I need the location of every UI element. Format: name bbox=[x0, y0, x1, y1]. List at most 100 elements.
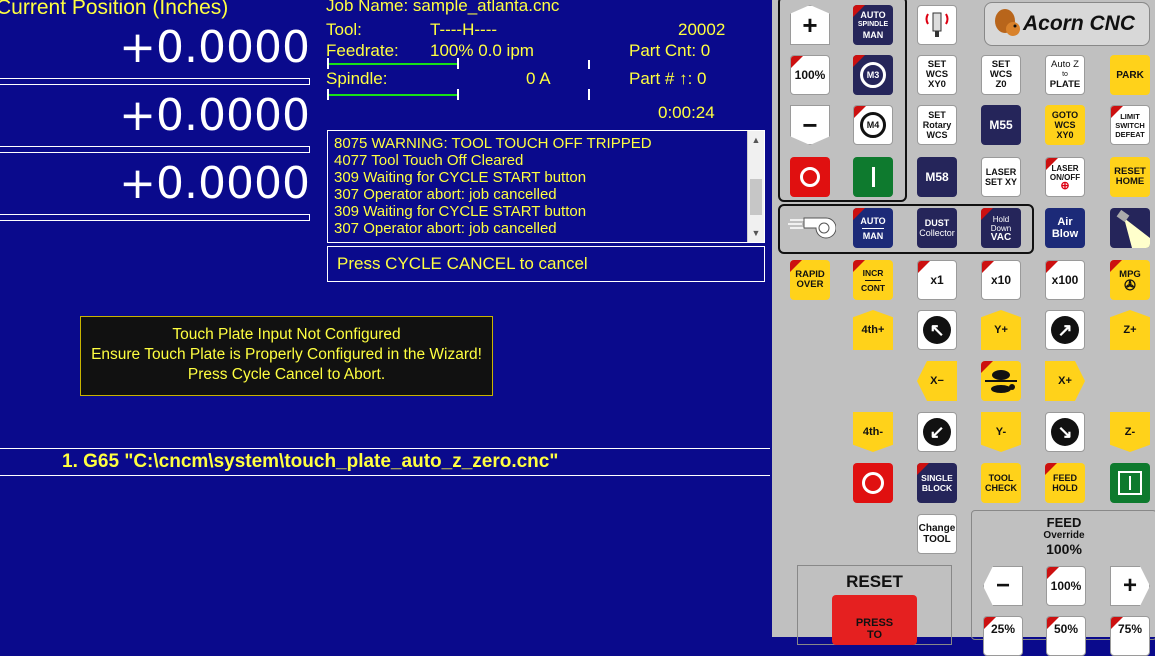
mpg-button[interactable]: MPG ✇ bbox=[1110, 260, 1150, 300]
scroll-down-icon[interactable]: ▼ bbox=[750, 226, 762, 240]
feedrate-bar-end bbox=[457, 58, 459, 69]
minus-icon: − bbox=[802, 109, 818, 140]
btn-label: AUTO bbox=[860, 215, 886, 226]
position-title: Current Position (Inches) bbox=[0, 0, 229, 19]
cycle-start-button[interactable] bbox=[1110, 463, 1150, 503]
gcode-text: 1. G65 "C:\cncm\system\touch_plate_auto_… bbox=[62, 451, 559, 472]
m58-button[interactable]: M58 bbox=[917, 157, 957, 197]
jog-x10-button[interactable]: x10 bbox=[981, 260, 1021, 300]
m55-button[interactable]: M55 bbox=[981, 105, 1021, 145]
btn-label: Air bbox=[1057, 216, 1073, 228]
coolant-auto-man-button[interactable]: AUTO MAN bbox=[853, 208, 893, 248]
message-log[interactable]: 8075 WARNING: TOOL TOUCH OFF TRIPPED 407… bbox=[327, 130, 765, 243]
jog-4th-plus-button[interactable]: 4th+ bbox=[853, 310, 893, 350]
m4-button[interactable]: M4 bbox=[853, 105, 893, 145]
feedrate-value: 100% 0.0 ipm bbox=[430, 41, 534, 60]
jog-z-minus-button[interactable]: Z- bbox=[1110, 412, 1150, 452]
logo-text: Acorn CNC bbox=[1022, 12, 1135, 35]
btn-label: M58 bbox=[925, 170, 949, 184]
change-tool-button[interactable]: Change TOOL bbox=[917, 514, 957, 554]
btn-label: BLOCK bbox=[921, 483, 953, 493]
jog-speed-toggle-button[interactable] bbox=[981, 361, 1021, 401]
tool-check-button[interactable]: TOOL CHECK bbox=[981, 463, 1021, 503]
plus-icon: + bbox=[1122, 572, 1137, 599]
btn-label: WCS bbox=[926, 130, 948, 140]
btn-label: X− bbox=[930, 375, 944, 387]
axis-y-divider bbox=[0, 146, 310, 153]
feed-100-button[interactable]: 100% bbox=[1046, 566, 1086, 606]
spindle-auto-man-button[interactable]: AUTO SPINDLE MAN bbox=[853, 5, 893, 45]
jog-diag-up-right-button[interactable]: ↗ bbox=[1045, 310, 1085, 350]
jog-diag-down-left-button[interactable]: ↙ bbox=[917, 412, 957, 452]
single-block-button[interactable]: SINGLE BLOCK bbox=[917, 463, 957, 503]
notice-line: Touch Plate Input Not Configured bbox=[172, 326, 401, 343]
set-rotary-wcs-button[interactable]: SET Rotary WCS bbox=[917, 105, 957, 145]
log-scrollbar[interactable]: ▲ ▼ bbox=[747, 131, 764, 242]
limit-switch-defeat-button[interactable]: LIMIT SWITCH DEFEAT bbox=[1110, 105, 1150, 145]
feed-override-value: 100% bbox=[1046, 541, 1082, 557]
spindle-heat-button[interactable] bbox=[917, 5, 957, 45]
scroll-thumb[interactable] bbox=[750, 179, 762, 215]
feed-75-button[interactable]: 75% bbox=[1110, 616, 1150, 656]
btn-label: TOOL bbox=[988, 473, 1014, 483]
spindle-stop-button[interactable] bbox=[790, 157, 830, 197]
gcode-line: 1. G65 "C:\cncm\system\touch_plate_auto_… bbox=[0, 448, 770, 476]
arrow-down-right-icon: ↘ bbox=[1051, 418, 1079, 446]
set-wcs-z0-button[interactable]: SET WCS Z0 bbox=[981, 55, 1021, 95]
set-wcs-xy0-button[interactable]: SET WCS XY0 bbox=[917, 55, 957, 95]
hold-down-vac-button[interactable]: Hold Down VAC bbox=[981, 208, 1021, 248]
reset-press-button[interactable]: PRESS TO bbox=[832, 595, 917, 645]
spindle-100-button[interactable]: 100% bbox=[790, 55, 830, 95]
laser-on-off-button[interactable]: LASER ON/OFF ⊕ bbox=[1045, 157, 1085, 197]
btn-label: XY0 bbox=[928, 79, 946, 90]
btn-label: 75% bbox=[1117, 622, 1143, 636]
jog-y-plus-button[interactable]: Y+ bbox=[981, 310, 1021, 350]
jog-diag-up-left-button[interactable]: ↖ bbox=[917, 310, 957, 350]
plus-icon: + bbox=[802, 9, 818, 40]
cycle-cancel-button[interactable] bbox=[853, 463, 893, 503]
jog-diag-down-right-button[interactable]: ↘ bbox=[1045, 412, 1085, 452]
status-pane: Current Position (Inches) +0.0000 +0.000… bbox=[0, 0, 772, 637]
incr-cont-button[interactable]: INCR CONT bbox=[853, 260, 893, 300]
btn-label: SWITCH bbox=[1115, 120, 1145, 130]
btn-label: x100 bbox=[1051, 273, 1079, 287]
rapid-over-button[interactable]: RAPID OVER bbox=[790, 260, 830, 300]
dust-collector-button[interactable]: DUST Collector bbox=[917, 208, 957, 248]
scroll-up-icon[interactable]: ▲ bbox=[750, 133, 762, 147]
light-icon bbox=[1116, 209, 1150, 248]
jog-x1-button[interactable]: x1 bbox=[917, 260, 957, 300]
axis-y-value: +0.0000 bbox=[119, 90, 310, 141]
park-button[interactable]: PARK bbox=[1110, 55, 1150, 95]
spindle-start-button[interactable] bbox=[853, 157, 893, 197]
squirrel-icon bbox=[995, 9, 1020, 36]
arrow-down-left-icon: ↙ bbox=[923, 418, 951, 446]
feed-50-button[interactable]: 50% bbox=[1046, 616, 1086, 656]
auto-z-plate-button[interactable]: Auto Zto PLATE bbox=[1045, 55, 1085, 95]
jog-x-minus-button[interactable]: X− bbox=[917, 361, 957, 401]
btn-label: CHECK bbox=[984, 483, 1017, 493]
laser-set-xy-button[interactable]: LASER SET XY bbox=[981, 157, 1021, 197]
feed-hold-button[interactable]: FEED HOLD bbox=[1045, 463, 1085, 503]
btn-label: LASER bbox=[985, 167, 1017, 177]
goto-wcs-xy0-button[interactable]: GOTO WCS XY0 bbox=[1045, 105, 1085, 145]
feed-25-button[interactable]: 25% bbox=[983, 616, 1023, 656]
feedrate-bar-start bbox=[327, 58, 329, 69]
reset-home-button[interactable]: RESET HOME bbox=[1110, 157, 1150, 197]
log-line: 8075 WARNING: TOOL TOUCH OFF TRIPPED bbox=[334, 135, 652, 152]
elapsed-time: 0:00:24 bbox=[658, 103, 715, 122]
work-light-button[interactable] bbox=[1110, 208, 1150, 248]
jog-x100-button[interactable]: x100 bbox=[1045, 260, 1085, 300]
btn-label: SINGLE bbox=[921, 473, 953, 483]
btn-label: Blow bbox=[1051, 228, 1079, 240]
log-line: 307 Operator abort: job cancelled bbox=[334, 220, 557, 237]
btn-label: LASER bbox=[1051, 163, 1079, 173]
jog-4th-minus-button[interactable]: 4th- bbox=[853, 412, 893, 452]
btn-label: DEFEAT bbox=[1115, 129, 1145, 139]
axis-x-value: +0.0000 bbox=[119, 22, 310, 73]
m3-button[interactable]: M3 bbox=[853, 55, 893, 95]
jog-z-plus-button[interactable]: Z+ bbox=[1110, 310, 1150, 350]
jog-y-minus-button[interactable]: Y- bbox=[981, 412, 1021, 452]
btn-label: M3 bbox=[866, 70, 880, 80]
air-blow-button[interactable]: Air Blow bbox=[1045, 208, 1085, 248]
jog-x-plus-button[interactable]: X+ bbox=[1045, 361, 1085, 401]
